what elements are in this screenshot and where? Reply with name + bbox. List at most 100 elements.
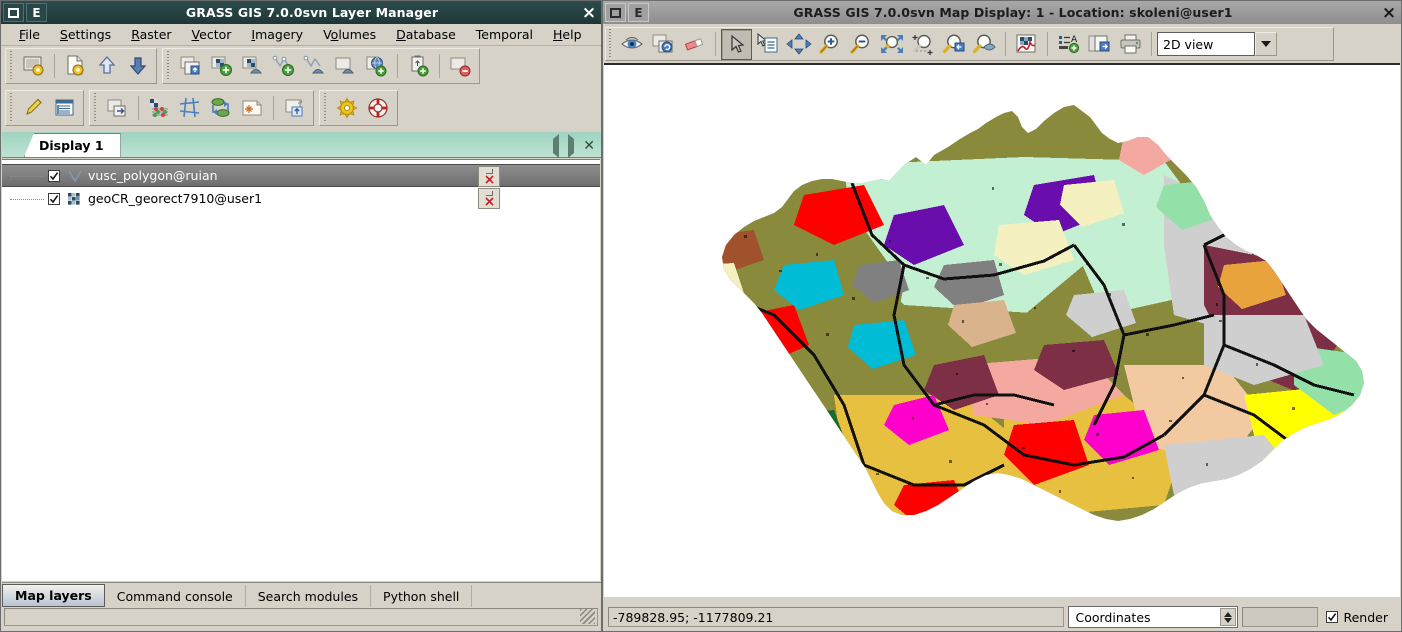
toolbar-grip[interactable] [93, 93, 99, 123]
geological-map-czech-republic [604, 65, 1400, 597]
table-row[interactable]: vusc_polygon@ruian [2, 164, 600, 187]
cartographic-composer-icon[interactable] [237, 93, 268, 124]
add-multiple-raster-vector-icon[interactable] [175, 51, 206, 82]
layer-tree[interactable]: vusc_polygon@ruian geoCR_georect7910@use… [2, 159, 600, 581]
resize-grip[interactable] [580, 609, 595, 624]
next-display-button[interactable] [568, 134, 575, 158]
remove-layer-icon[interactable] [445, 51, 476, 82]
help-icon[interactable] [363, 93, 394, 124]
menu-settings[interactable]: Settings [50, 25, 121, 44]
toolbar-grip[interactable] [166, 51, 172, 81]
tab-command-console[interactable]: Command console [105, 585, 246, 607]
menu-temporal[interactable]: Temporal [466, 25, 543, 44]
map-canvas[interactable] [604, 63, 1400, 597]
tab-display-1[interactable]: Display 1 [24, 133, 121, 157]
edit-vector-maps-icon[interactable] [18, 93, 49, 124]
status-mode-select[interactable]: Coordinates [1068, 606, 1239, 628]
tab-search-modules[interactable]: Search modules [246, 585, 372, 607]
chevron-down-icon[interactable] [1255, 32, 1277, 56]
zoom-options-icon[interactable] [969, 29, 1000, 60]
start-new-display-icon[interactable] [18, 51, 49, 82]
add-web-service-icon[interactable] [361, 51, 392, 82]
map-display-toolbar: A 2D view [605, 27, 1334, 61]
menu-file[interactable]: File [9, 25, 50, 44]
window-menu-button[interactable]: E [628, 3, 649, 22]
separator [1047, 32, 1048, 56]
show-attribute-table-icon[interactable] [49, 93, 80, 124]
layer-thumbnail-button[interactable] [478, 188, 500, 209]
print-map-icon[interactable] [1115, 29, 1146, 60]
toolbar-row-2 [1, 88, 601, 130]
menu-raster[interactable]: Raster [121, 25, 181, 44]
menu-volumes[interactable]: Volumes [313, 25, 386, 44]
save-workspace-icon[interactable] [122, 51, 153, 82]
progress-bar [1242, 607, 1319, 627]
toolbar-grip[interactable] [9, 51, 15, 81]
table-row[interactable]: geoCR_georect7910@user1 [2, 187, 600, 210]
layer-label: geoCR_georect7910@user1 [88, 191, 263, 206]
erase-display-icon[interactable] [679, 29, 710, 60]
render-map-icon[interactable] [648, 29, 679, 60]
save-display-to-file-icon[interactable] [1084, 29, 1115, 60]
toolbar-grip[interactable] [9, 93, 15, 123]
window-menu-button[interactable]: E [26, 3, 47, 22]
window-maximize-button[interactable] [3, 3, 24, 22]
render-checkbox[interactable] [1326, 611, 1339, 623]
map-display-close-button[interactable]: × [1377, 1, 1401, 24]
build-vector-topology-icon[interactable] [175, 93, 206, 124]
zoom-to-extent-icon[interactable] [907, 29, 938, 60]
zoom-back-icon[interactable] [938, 29, 969, 60]
display-map-icon[interactable] [617, 29, 648, 60]
menubar: File Settings Raster Vector Imagery Volu… [1, 24, 601, 46]
zoom-in-icon[interactable] [814, 29, 845, 60]
layer-manager-window: E GRASS GIS 7.0.0svn Layer Manager × Fil… [0, 0, 602, 632]
launch-script-icon[interactable] [279, 93, 310, 124]
add-raster-layer-icon[interactable] [206, 51, 237, 82]
menu-help[interactable]: Help [543, 25, 592, 44]
toolbar-row-1 [1, 46, 601, 88]
render-toggle[interactable]: Render [1322, 610, 1396, 625]
analyze-map-icon[interactable] [1011, 29, 1042, 60]
view-mode-select[interactable]: 2D view [1157, 32, 1255, 56]
toolbar-grip[interactable] [608, 29, 614, 59]
layer-manager-title: GRASS GIS 7.0.0svn Layer Manager [185, 5, 439, 20]
menu-imagery[interactable]: Imagery [241, 25, 313, 44]
layer-visibility-checkbox[interactable] [48, 169, 60, 182]
pan-icon[interactable] [783, 29, 814, 60]
add-command-layer-icon[interactable] [403, 51, 434, 82]
status-mode-spinner[interactable] [1220, 608, 1237, 626]
import-raster-data-icon[interactable] [102, 93, 133, 124]
zoom-out-icon[interactable] [845, 29, 876, 60]
separator [54, 54, 55, 78]
layer-thumbnail-button[interactable] [478, 166, 500, 187]
layer-visibility-checkbox[interactable] [48, 192, 60, 205]
gui-settings-icon[interactable] [332, 93, 363, 124]
maximize-icon [610, 7, 621, 18]
add-group-icon[interactable] [330, 51, 361, 82]
tab-map-layers[interactable]: Map layers [2, 584, 105, 607]
menu-vector[interactable]: Vector [182, 25, 242, 44]
raster-map-calculator-icon[interactable] [144, 93, 175, 124]
prev-display-button[interactable] [553, 134, 560, 158]
add-vector-layer-icon[interactable] [268, 51, 299, 82]
maximize-icon [8, 7, 19, 18]
georectify-icon[interactable] [206, 93, 237, 124]
add-various-vector-icon[interactable] [299, 51, 330, 82]
close-display-button[interactable]: ✕ [583, 139, 595, 153]
zoom-to-selected-icon[interactable] [876, 29, 907, 60]
query-raster-vector-icon[interactable] [752, 29, 783, 60]
tab-python-shell[interactable]: Python shell [371, 585, 473, 607]
toolbar-grip[interactable] [323, 93, 329, 123]
add-various-raster-icon[interactable] [237, 51, 268, 82]
vector-tools-toolbar [5, 90, 84, 126]
create-new-workspace-icon[interactable] [60, 51, 91, 82]
menu-database[interactable]: Database [386, 25, 466, 44]
window-maximize-button[interactable] [605, 3, 626, 22]
open-workspace-icon[interactable] [91, 51, 122, 82]
add-map-elements-icon[interactable]: A [1053, 29, 1084, 60]
layer-manager-titlebar: E GRASS GIS 7.0.0svn Layer Manager × [1, 1, 601, 24]
layer-manager-close-button[interactable]: × [577, 1, 601, 24]
data-tools-toolbar [89, 90, 314, 126]
misc-toolbar [319, 90, 398, 126]
pointer-icon[interactable] [721, 28, 752, 60]
